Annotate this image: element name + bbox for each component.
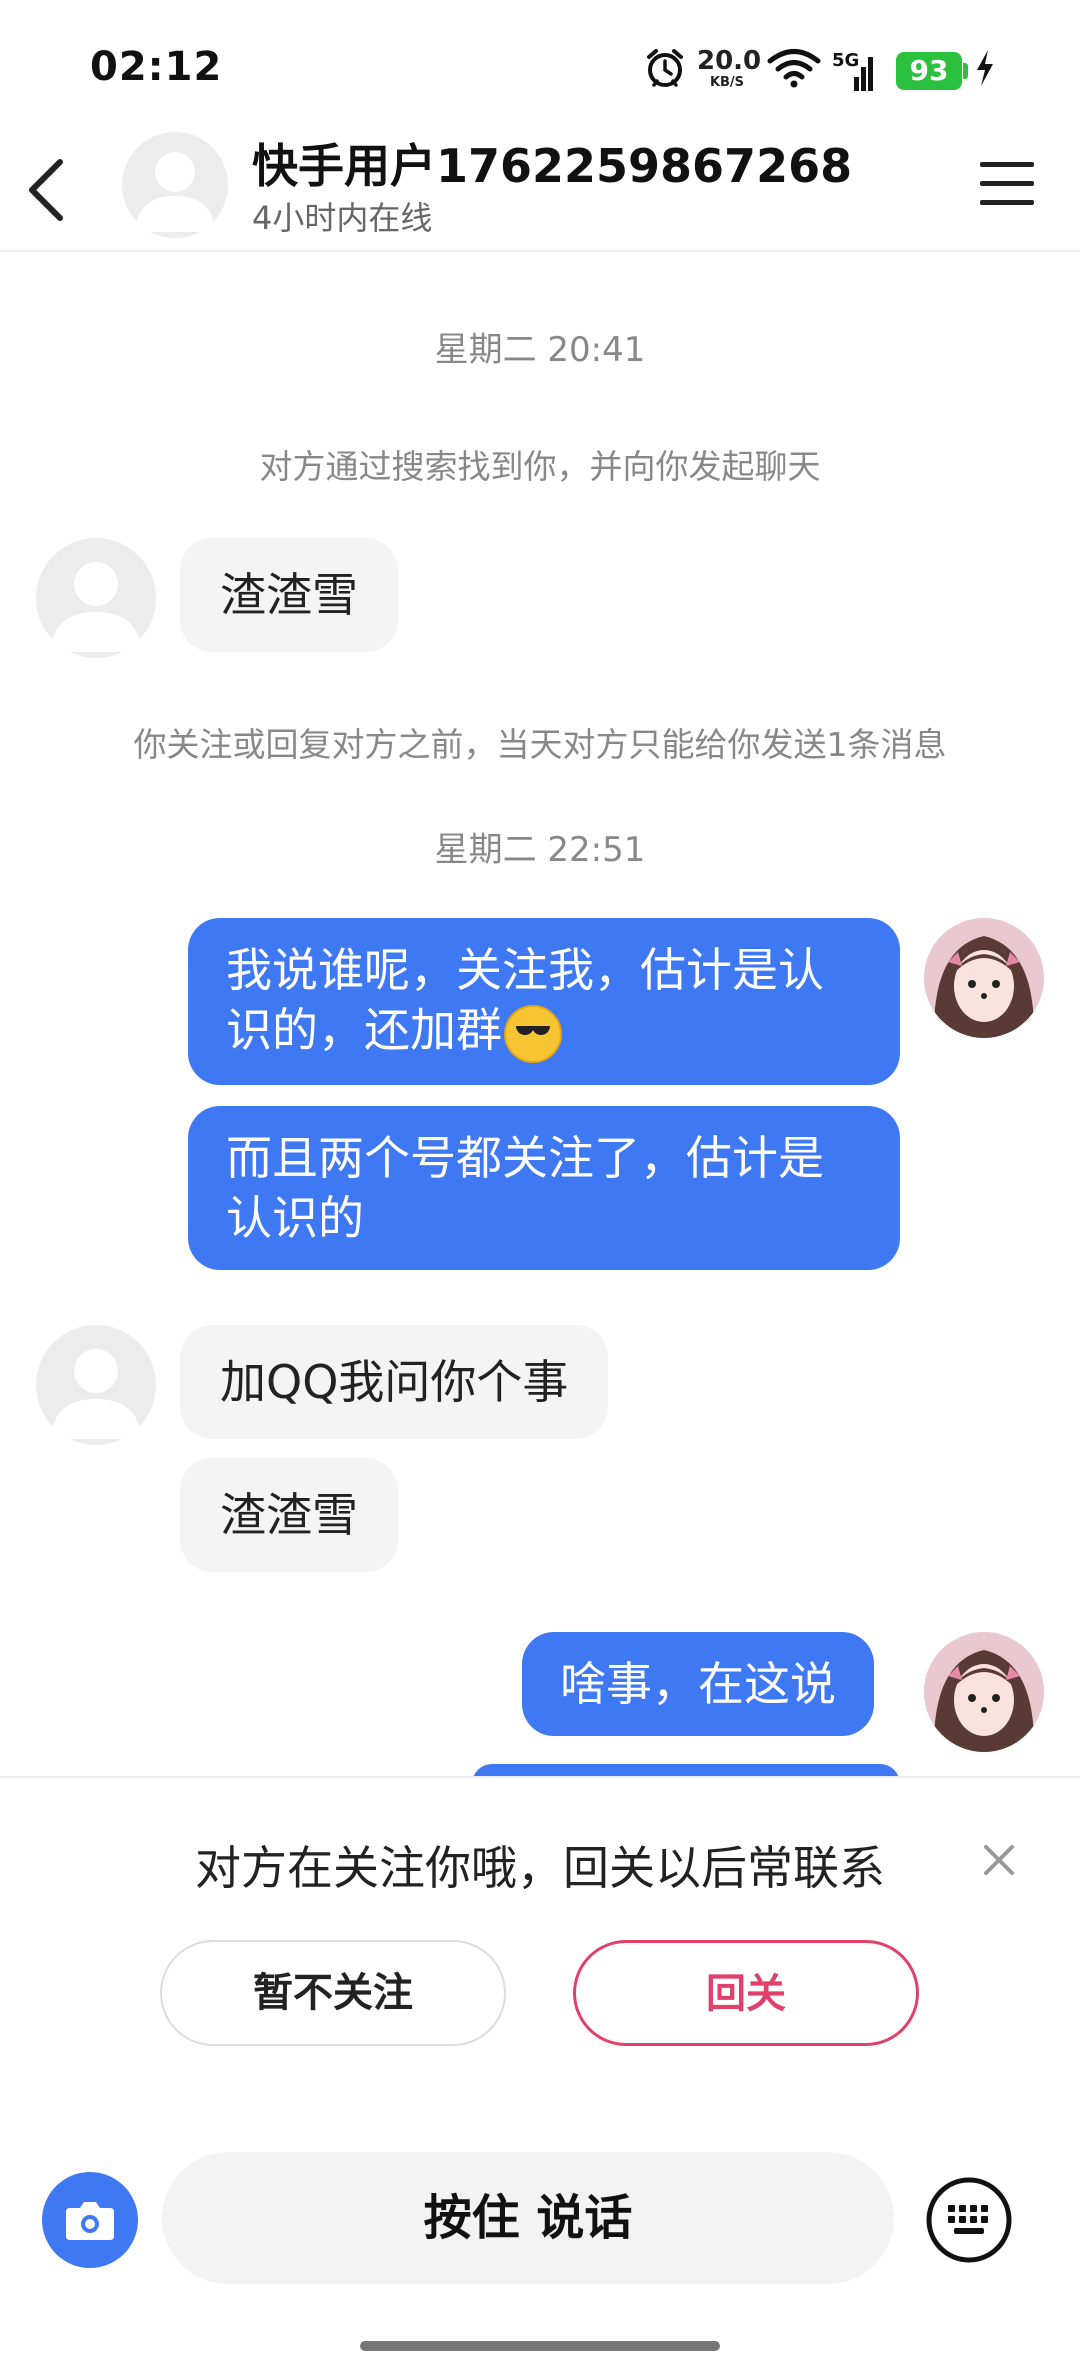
alarm-icon: [640, 46, 690, 90]
keyboard-icon: [926, 2177, 1012, 2263]
smirk-emoji-icon: [504, 1004, 562, 1063]
outgoing-message[interactable]: 我说谁呢，关注我，估计是认识的，还加群: [188, 918, 900, 1085]
hold-to-talk-button[interactable]: 按住 说话: [162, 2152, 894, 2284]
back-button[interactable]: [18, 150, 78, 230]
my-avatar[interactable]: [924, 918, 1044, 1038]
default-avatar-icon: [51, 1349, 141, 1439]
contact-message-avatar[interactable]: [36, 538, 156, 658]
keyboard-toggle-button[interactable]: [924, 2175, 1014, 2265]
incoming-message[interactable]: 渣渣雪: [180, 1458, 398, 1572]
close-icon: [984, 1845, 1014, 1875]
profile-photo-icon: [924, 918, 1044, 1038]
system-notice: 对方通过搜索找到你，并向你发起聊天: [259, 447, 821, 486]
battery-level: 93: [896, 52, 962, 90]
profile-photo-icon: [924, 1632, 1044, 1752]
default-avatar-icon: [135, 152, 215, 232]
charging-icon: [970, 46, 1000, 90]
incoming-message[interactable]: 加QQ我问你个事: [180, 1325, 609, 1439]
contact-online-status: 4小时内在线: [252, 199, 433, 237]
outgoing-message[interactable]: 而且两个号都关注了，估计是认识的: [188, 1106, 900, 1270]
contact-avatar[interactable]: [122, 132, 228, 238]
contact-name[interactable]: 快手用户1762259867268: [252, 130, 852, 196]
battery-tip: [963, 63, 968, 79]
signal-icon: [836, 54, 876, 92]
camera-icon: [66, 2202, 114, 2240]
home-indicator[interactable]: [360, 2341, 720, 2351]
close-prompt-button[interactable]: [974, 1835, 1024, 1885]
incoming-message[interactable]: 渣渣雪: [180, 538, 398, 652]
status-time: 02:12: [90, 44, 223, 90]
chevron-left-icon: [29, 159, 63, 221]
default-avatar-icon: [51, 562, 141, 652]
my-avatar[interactable]: [924, 1632, 1044, 1752]
wifi-icon: [766, 46, 822, 90]
outgoing-message[interactable]: 啥事，在这说: [522, 1632, 874, 1736]
chat-timestamp: 星期二 20:41: [434, 330, 646, 370]
menu-button[interactable]: [978, 160, 1038, 210]
system-notice: 你关注或回复对方之前，当天对方只能给你发送1条消息: [133, 725, 947, 764]
follow-back-button[interactable]: 回关: [573, 1940, 919, 2046]
follow-prompt-text: 对方在关注你哦，回关以后常联系: [195, 1841, 885, 1895]
network-speed: 20.0 KB/S: [697, 46, 762, 90]
chat-timestamp: 星期二 22:51: [434, 830, 646, 870]
not-follow-button[interactable]: 暂不关注: [160, 1940, 506, 2046]
contact-message-avatar[interactable]: [36, 1325, 156, 1445]
camera-button[interactable]: [42, 2172, 138, 2268]
